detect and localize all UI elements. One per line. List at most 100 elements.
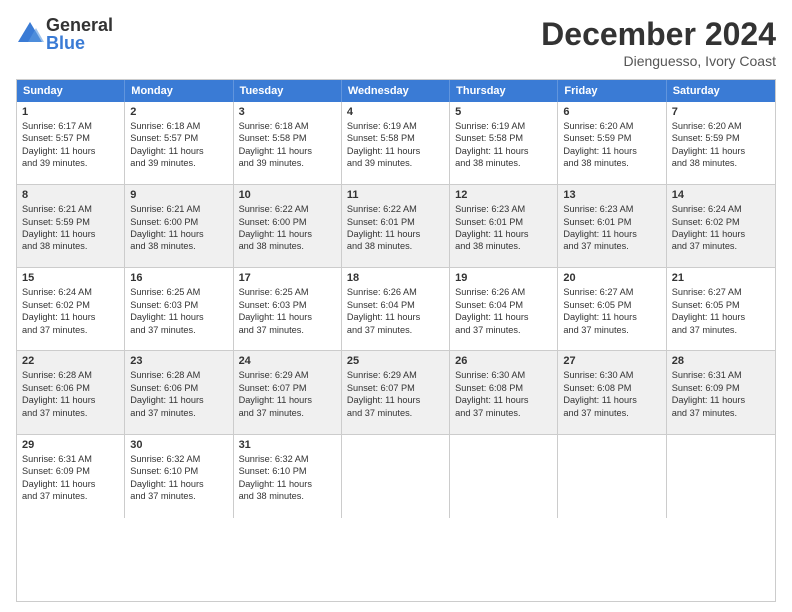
calendar-cell: 27Sunrise: 6:30 AMSunset: 6:08 PMDayligh… — [558, 351, 666, 433]
day-number: 2 — [130, 106, 227, 118]
cell-content: Sunrise: 6:27 AMSunset: 6:05 PMDaylight:… — [672, 286, 770, 336]
calendar-cell: 9Sunrise: 6:21 AMSunset: 6:00 PMDaylight… — [125, 185, 233, 267]
cell-content: Sunrise: 6:22 AMSunset: 6:00 PMDaylight:… — [239, 203, 336, 253]
cell-content: Sunrise: 6:21 AMSunset: 5:59 PMDaylight:… — [22, 203, 119, 253]
logo-general-text: General — [46, 16, 113, 34]
calendar-cell: 12Sunrise: 6:23 AMSunset: 6:01 PMDayligh… — [450, 185, 558, 267]
calendar-cell — [342, 435, 450, 518]
calendar-cell: 31 Sunrise: 6:32 AMSunset: 6:10 PMDayligh… — [234, 435, 342, 518]
calendar-cell: 1Sunrise: 6:17 AMSunset: 5:57 PMDaylight… — [17, 102, 125, 184]
header-saturday: Saturday — [667, 80, 775, 102]
cell-content: Sunrise: 6:28 AMSunset: 6:06 PMDaylight:… — [130, 369, 227, 419]
calendar-week-1: 1Sunrise: 6:17 AMSunset: 5:57 PMDaylight… — [17, 102, 775, 185]
calendar-cell: 14 Sunrise: 6:24 AMSunset: 6:02 PMDayligh… — [667, 185, 775, 267]
calendar-cell: 7 Sunrise: 6:20 AMSunset: 5:59 PMDaylight… — [667, 102, 775, 184]
calendar-cell: 20Sunrise: 6:27 AMSunset: 6:05 PMDayligh… — [558, 268, 666, 350]
cell-content: Sunrise: 6:29 AMSunset: 6:07 PMDaylight:… — [347, 369, 444, 419]
calendar-cell: 21 Sunrise: 6:27 AMSunset: 6:05 PMDayligh… — [667, 268, 775, 350]
calendar-cell: 22Sunrise: 6:28 AMSunset: 6:06 PMDayligh… — [17, 351, 125, 433]
cell-content: Sunrise: 6:32 AMSunset: 6:10 PMDaylight:… — [130, 453, 227, 503]
calendar-cell: 23Sunrise: 6:28 AMSunset: 6:06 PMDayligh… — [125, 351, 233, 433]
cell-content: Sunrise: 6:20 AMSunset: 5:59 PMDaylight:… — [563, 120, 660, 170]
calendar-cell: 17 Sunrise: 6:25 AMSunset: 6:03 PMDayligh… — [234, 268, 342, 350]
calendar-cell: 13 Sunrise: 6:23 AMSunset: 6:01 PMDayligh… — [558, 185, 666, 267]
day-number: 14 — [672, 189, 770, 201]
calendar-cell: 16Sunrise: 6:25 AMSunset: 6:03 PMDayligh… — [125, 268, 233, 350]
cell-content: Sunrise: 6:22 AMSunset: 6:01 PMDaylight:… — [347, 203, 444, 253]
calendar-cell: 4 Sunrise: 6:19 AMSunset: 5:58 PMDaylight… — [342, 102, 450, 184]
calendar-cell: 15 Sunrise: 6:24 AMSunset: 6:02 PMDayligh… — [17, 268, 125, 350]
day-number: 17 — [239, 272, 336, 284]
calendar-cell: 11 Sunrise: 6:22 AMSunset: 6:01 PMDayligh… — [342, 185, 450, 267]
logo-text: General Blue — [46, 16, 113, 52]
calendar-cell: 10 Sunrise: 6:22 AMSunset: 6:00 PMDayligh… — [234, 185, 342, 267]
calendar-week-3: 15 Sunrise: 6:24 AMSunset: 6:02 PMDayligh… — [17, 268, 775, 351]
cell-content: Sunrise: 6:18 AMSunset: 5:58 PMDaylight:… — [239, 120, 336, 170]
header: General Blue December 2024 Dienguesso, I… — [16, 16, 776, 69]
day-number: 18 — [347, 272, 444, 284]
day-number: 7 — [672, 106, 770, 118]
calendar: Sunday Monday Tuesday Wednesday Thursday… — [16, 79, 776, 602]
day-number: 11 — [347, 189, 444, 201]
cell-content: Sunrise: 6:30 AMSunset: 6:08 PMDaylight:… — [455, 369, 552, 419]
logo: General Blue — [16, 16, 113, 52]
calendar-cell: 29Sunrise: 6:31 AMSunset: 6:09 PMDayligh… — [17, 435, 125, 518]
header-thursday: Thursday — [450, 80, 558, 102]
day-number: 4 — [347, 106, 444, 118]
header-wednesday: Wednesday — [342, 80, 450, 102]
cell-content: Sunrise: 6:19 AMSunset: 5:58 PMDaylight:… — [455, 120, 552, 170]
title-location: Dienguesso, Ivory Coast — [541, 53, 776, 69]
day-number: 15 — [22, 272, 119, 284]
day-number: 3 — [239, 106, 336, 118]
calendar-week-4: 22Sunrise: 6:28 AMSunset: 6:06 PMDayligh… — [17, 351, 775, 434]
cell-content: Sunrise: 6:23 AMSunset: 6:01 PMDaylight:… — [563, 203, 660, 253]
calendar-cell: 25 Sunrise: 6:29 AMSunset: 6:07 PMDayligh… — [342, 351, 450, 433]
cell-content: Sunrise: 6:31 AMSunset: 6:09 PMDaylight:… — [672, 369, 770, 419]
calendar-cell: 5Sunrise: 6:19 AMSunset: 5:58 PMDaylight… — [450, 102, 558, 184]
header-sunday: Sunday — [17, 80, 125, 102]
calendar-cell: 30 Sunrise: 6:32 AMSunset: 6:10 PMDayligh… — [125, 435, 233, 518]
day-number: 10 — [239, 189, 336, 201]
calendar-cell — [558, 435, 666, 518]
day-number: 1 — [22, 106, 119, 118]
cell-content: Sunrise: 6:24 AMSunset: 6:02 PMDaylight:… — [672, 203, 770, 253]
day-number: 21 — [672, 272, 770, 284]
day-number: 28 — [672, 355, 770, 367]
day-number: 30 — [130, 439, 227, 451]
calendar-cell: 8Sunrise: 6:21 AMSunset: 5:59 PMDaylight… — [17, 185, 125, 267]
calendar-cell: 3 Sunrise: 6:18 AMSunset: 5:58 PMDaylight… — [234, 102, 342, 184]
day-number: 25 — [347, 355, 444, 367]
day-number: 9 — [130, 189, 227, 201]
header-friday: Friday — [558, 80, 666, 102]
cell-content: Sunrise: 6:19 AMSunset: 5:58 PMDaylight:… — [347, 120, 444, 170]
calendar-body: 1Sunrise: 6:17 AMSunset: 5:57 PMDaylight… — [17, 102, 775, 601]
cell-content: Sunrise: 6:29 AMSunset: 6:07 PMDaylight:… — [239, 369, 336, 419]
day-number: 13 — [563, 189, 660, 201]
calendar-cell: 6Sunrise: 6:20 AMSunset: 5:59 PMDaylight… — [558, 102, 666, 184]
page: General Blue December 2024 Dienguesso, I… — [0, 0, 792, 612]
title-month: December 2024 — [541, 16, 776, 53]
calendar-cell: 2Sunrise: 6:18 AMSunset: 5:57 PMDaylight… — [125, 102, 233, 184]
cell-content: Sunrise: 6:25 AMSunset: 6:03 PMDaylight:… — [239, 286, 336, 336]
calendar-cell — [450, 435, 558, 518]
cell-content: Sunrise: 6:24 AMSunset: 6:02 PMDaylight:… — [22, 286, 119, 336]
cell-content: Sunrise: 6:30 AMSunset: 6:08 PMDaylight:… — [563, 369, 660, 419]
cell-content: Sunrise: 6:28 AMSunset: 6:06 PMDaylight:… — [22, 369, 119, 419]
cell-content: Sunrise: 6:20 AMSunset: 5:59 PMDaylight:… — [672, 120, 770, 170]
cell-content: Sunrise: 6:32 AMSunset: 6:10 PMDaylight:… — [239, 453, 336, 503]
day-number: 16 — [130, 272, 227, 284]
calendar-week-5: 29Sunrise: 6:31 AMSunset: 6:09 PMDayligh… — [17, 435, 775, 518]
day-number: 19 — [455, 272, 552, 284]
cell-content: Sunrise: 6:26 AMSunset: 6:04 PMDaylight:… — [347, 286, 444, 336]
cell-content: Sunrise: 6:23 AMSunset: 6:01 PMDaylight:… — [455, 203, 552, 253]
calendar-cell: 24Sunrise: 6:29 AMSunset: 6:07 PMDayligh… — [234, 351, 342, 433]
logo-icon — [16, 20, 44, 48]
day-number: 26 — [455, 355, 552, 367]
day-number: 31 — [239, 439, 336, 451]
calendar-cell — [667, 435, 775, 518]
cell-content: Sunrise: 6:31 AMSunset: 6:09 PMDaylight:… — [22, 453, 119, 503]
calendar-week-2: 8Sunrise: 6:21 AMSunset: 5:59 PMDaylight… — [17, 185, 775, 268]
calendar-cell: 19Sunrise: 6:26 AMSunset: 6:04 PMDayligh… — [450, 268, 558, 350]
calendar-cell: 26 Sunrise: 6:30 AMSunset: 6:08 PMDayligh… — [450, 351, 558, 433]
header-monday: Monday — [125, 80, 233, 102]
